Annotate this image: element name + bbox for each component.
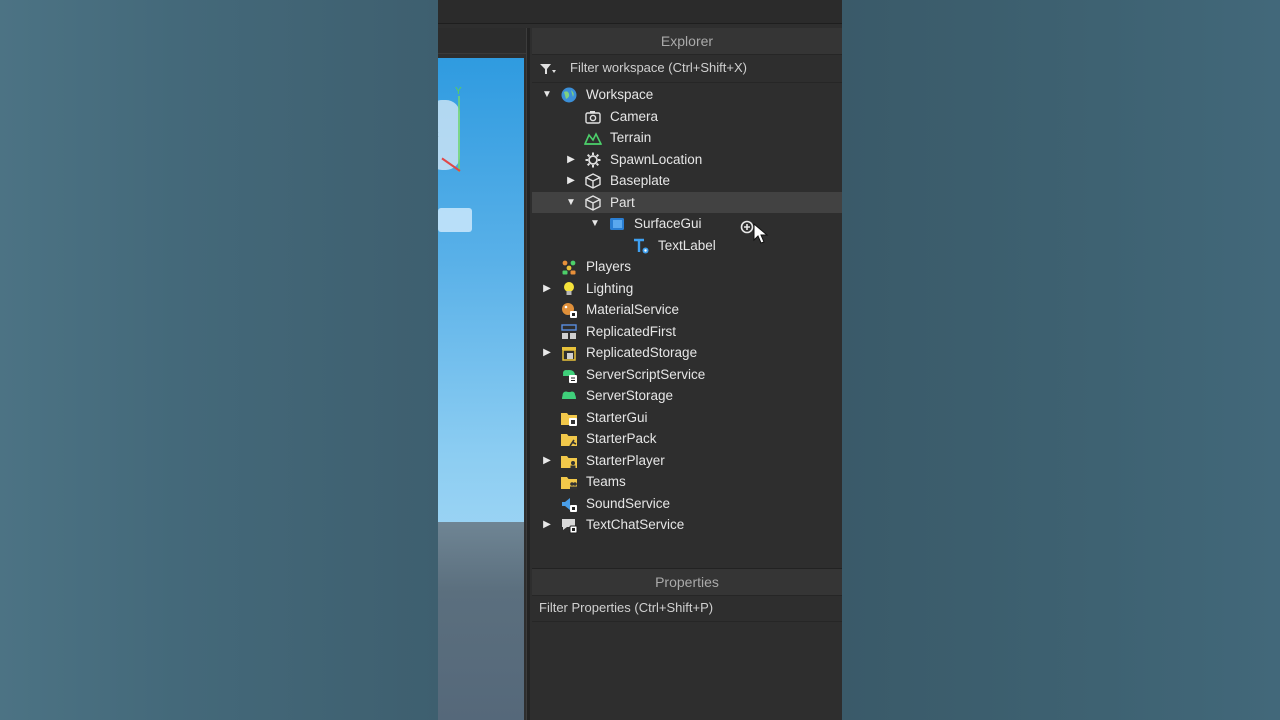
tree-item-label: Players xyxy=(586,259,632,274)
tree-item-label: Part xyxy=(610,194,635,210)
collapse-arrow-icon[interactable]: ▼ xyxy=(540,84,554,105)
tree-item-terrain[interactable]: Terrain xyxy=(532,127,842,149)
tree-item-baseplate[interactable]: ▶ Baseplate xyxy=(532,170,842,192)
explorer-title: Explorer xyxy=(532,28,842,55)
background-left xyxy=(0,0,438,720)
tree-item-teams[interactable]: Teams xyxy=(532,471,842,493)
collapse-arrow-icon[interactable]: ▼ xyxy=(564,192,578,213)
starter-pack-icon xyxy=(560,430,578,448)
properties-filter-input[interactable]: Filter Properties (Ctrl+Shift+P) xyxy=(532,596,842,622)
tree-item-starterpack[interactable]: StarterPack xyxy=(532,428,842,450)
tree-item-label: SpawnLocation xyxy=(610,151,703,167)
3d-viewport[interactable]: Y t xyxy=(438,58,524,720)
y-axis-line xyxy=(458,96,460,172)
expand-arrow-icon[interactable]: ▶ xyxy=(540,342,554,363)
roblox-studio-window: Y t Explorer Filter workspace (Ctrl+Shif… xyxy=(438,0,842,720)
textlabel-icon xyxy=(632,237,650,255)
surfacegui-icon xyxy=(608,215,626,233)
tree-item-players[interactable]: Players xyxy=(532,256,842,278)
tree-item-part[interactable]: ▼ Part xyxy=(532,191,842,213)
starter-gui-icon xyxy=(560,409,578,427)
teams-icon xyxy=(560,473,578,491)
expand-arrow-icon[interactable]: ▶ xyxy=(540,514,554,535)
tree-item-label: Camera xyxy=(610,108,659,124)
workspace-globe-icon xyxy=(560,86,578,104)
expand-arrow-icon[interactable]: ▶ xyxy=(564,149,578,170)
replicated-first-icon xyxy=(560,323,578,341)
background-right xyxy=(842,0,1280,720)
tree-item-replicatedfirst[interactable]: ReplicatedFirst xyxy=(532,321,842,343)
expand-arrow-icon[interactable]: ▶ xyxy=(540,450,554,471)
insert-object-icon[interactable] xyxy=(740,220,754,234)
explorer-filter-input[interactable]: Filter workspace (Ctrl+Shift+X) xyxy=(570,60,747,76)
tree-item-startergui[interactable]: StarterGui xyxy=(532,407,842,429)
material-service-icon xyxy=(560,301,578,319)
camera-icon xyxy=(584,108,602,126)
properties-panel: Properties Filter Properties (Ctrl+Shift… xyxy=(532,568,842,720)
surface-label-preview xyxy=(438,208,472,232)
tree-item-label: Terrain xyxy=(610,130,652,145)
explorer-panel: Explorer Filter workspace (Ctrl+Shift+X)… xyxy=(532,28,842,562)
part-cube-icon xyxy=(584,172,602,190)
tree-item-label: SurfaceGui xyxy=(634,216,702,231)
baseplate-ground xyxy=(438,522,524,720)
spawn-gear-icon xyxy=(584,151,602,169)
tree-item-label: ServerStorage xyxy=(586,388,674,403)
axis-y-label: Y xyxy=(455,86,462,97)
tree-item-label: Teams xyxy=(586,474,626,489)
text-chat-service-icon xyxy=(560,516,578,534)
expand-arrow-icon[interactable]: ▶ xyxy=(564,170,578,191)
tree-item-lighting[interactable]: ▶ Lighting xyxy=(532,278,842,300)
tree-item-label: TextLabel xyxy=(658,237,716,253)
tree-item-starterplayer[interactable]: ▶ StarterPlayer xyxy=(532,450,842,472)
sound-service-icon xyxy=(560,495,578,513)
tree-item-label: StarterGui xyxy=(586,409,648,425)
mouse-cursor-icon xyxy=(753,223,769,244)
expand-arrow-icon[interactable]: ▶ xyxy=(540,278,554,299)
viewport-tab[interactable] xyxy=(438,28,526,54)
explorer-filter[interactable]: Filter workspace (Ctrl+Shift+X) xyxy=(532,55,842,83)
tree-item-label: ReplicatedFirst xyxy=(586,323,677,339)
tree-item-workspace[interactable]: ▼ Workspace xyxy=(532,84,842,106)
filter-icon[interactable] xyxy=(539,61,557,77)
tree-item-surfacegui[interactable]: ▼ SurfaceGui xyxy=(532,213,842,235)
tree-item-camera[interactable]: Camera xyxy=(532,106,842,128)
tree-item-materialservice[interactable]: MaterialService xyxy=(532,299,842,321)
collapse-arrow-icon[interactable]: ▼ xyxy=(588,213,602,234)
tree-item-soundservice[interactable]: SoundService xyxy=(532,493,842,515)
tree-item-serverstorage[interactable]: ServerStorage xyxy=(532,385,842,407)
tree-item-label: StarterPlayer xyxy=(586,452,665,468)
players-icon xyxy=(560,258,578,276)
lightbulb-icon xyxy=(560,280,578,298)
tree-item-label: TextChatService xyxy=(586,517,685,532)
part-cube-icon xyxy=(584,194,602,212)
terrain-icon xyxy=(583,129,603,147)
tree-item-replicatedstorage[interactable]: ▶ ReplicatedStorage xyxy=(532,342,842,364)
tree-item-label: Workspace xyxy=(586,87,654,102)
tree-item-label: ReplicatedStorage xyxy=(586,345,698,360)
tree-item-label: MaterialService xyxy=(586,302,680,317)
explorer-tree: ▼ Workspace Camera Terrain ▶ SpawnLocation ▶ Ba… xyxy=(532,83,842,536)
tree-item-label: StarterPack xyxy=(586,431,657,446)
tree-item-spawnlocation[interactable]: ▶ SpawnLocation xyxy=(532,149,842,171)
tree-item-label: ServerScriptService xyxy=(586,366,706,382)
replicated-storage-icon xyxy=(560,344,578,362)
tree-item-label: Baseplate xyxy=(610,173,671,188)
server-script-service-icon xyxy=(560,366,578,384)
tree-item-label: SoundService xyxy=(586,495,671,511)
starter-player-icon xyxy=(560,452,578,470)
server-storage-icon xyxy=(560,387,578,405)
tree-item-serverscriptservice[interactable]: ServerScriptService xyxy=(532,364,842,386)
tree-item-textchatservice[interactable]: ▶ TextChatService xyxy=(532,514,842,536)
panel-splitter[interactable] xyxy=(526,28,530,720)
tree-item-label: Lighting xyxy=(586,280,634,296)
properties-title: Properties xyxy=(532,569,842,596)
tree-item-textlabel[interactable]: TextLabel xyxy=(532,235,842,257)
title-bar xyxy=(438,0,842,24)
